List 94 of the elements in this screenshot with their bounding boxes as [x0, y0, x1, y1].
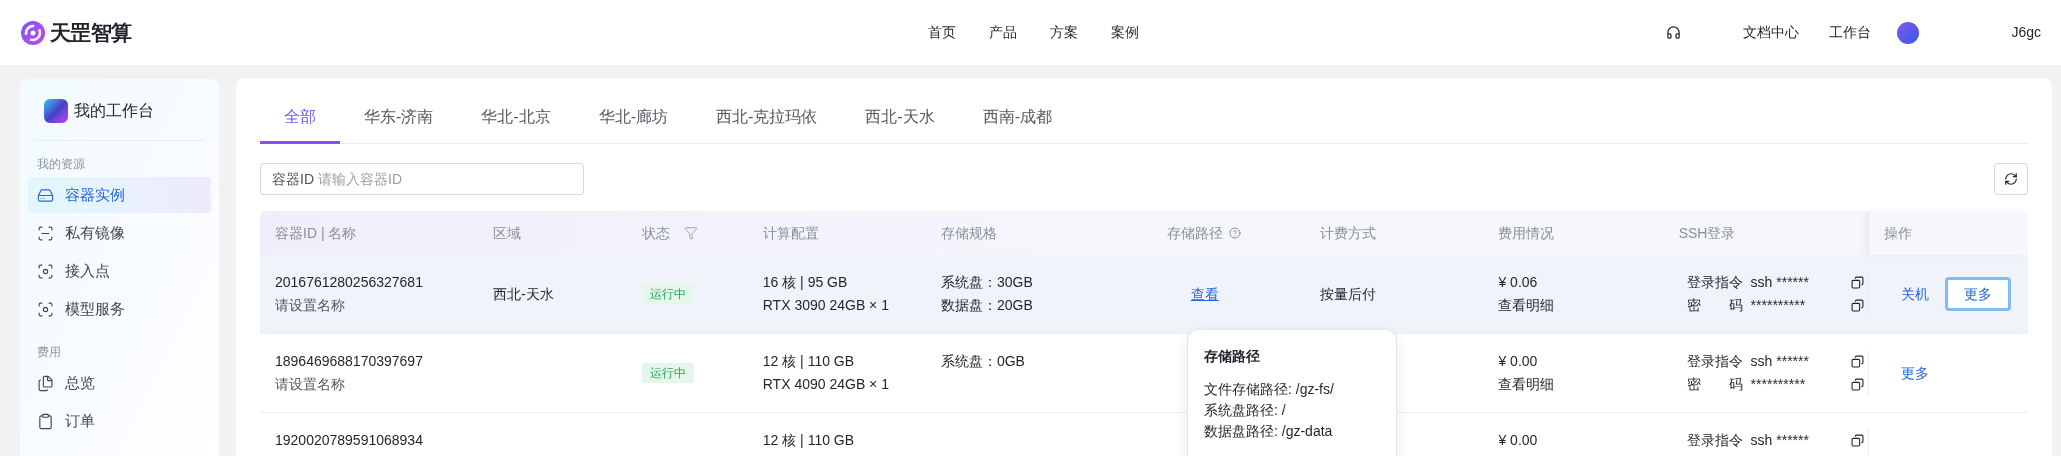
scan-icon	[37, 224, 54, 242]
ssh-label: 密码	[1686, 375, 1743, 394]
table-cell-text: 12 核 | 110 GB	[762, 352, 856, 371]
nav-link[interactable]: 产品	[985, 22, 1021, 43]
table-cell-text: 1920020789591068934	[275, 431, 424, 450]
view-link[interactable]: 查看	[1190, 285, 1219, 302]
nav-link[interactable]: 案例	[1107, 22, 1143, 43]
region-tab[interactable]: 华东-济南	[340, 92, 458, 144]
table-cell-text: 查看明细	[1498, 296, 1556, 315]
table-cell-text: 12 核 | 110 GB	[762, 431, 856, 450]
column-header: 计算配置	[762, 223, 819, 243]
region-tab[interactable]: 西南-成都	[958, 92, 1076, 144]
region-tab[interactable]: 华北-廊坊	[574, 92, 692, 144]
table-cell-text: 请设置名称	[275, 296, 346, 315]
table-cell-text: 1896469688170397697	[275, 352, 424, 371]
search-field[interactable]: 容器ID 请输入容器ID	[260, 163, 584, 195]
action-button[interactable]: 更多	[1944, 277, 2011, 311]
column-header: 费用情况	[1498, 223, 1555, 243]
sidebar-item[interactable]: 容器实例	[28, 177, 211, 213]
nav-link[interactable]: 方案	[1046, 22, 1082, 43]
search-input[interactable]: 请输入容器ID	[318, 168, 538, 190]
column-header: SSH登录	[1678, 223, 1736, 243]
column-header: 状态	[642, 223, 671, 243]
table-cell-text: ¥ 0.06	[1498, 273, 1539, 292]
user-name[interactable]: J6gc	[2011, 22, 2041, 43]
refresh-icon	[2004, 172, 2018, 186]
copy-icon[interactable]	[1850, 355, 1864, 368]
copy-icon[interactable]	[1850, 378, 1864, 391]
ssh-label: 登录指令	[1686, 273, 1743, 292]
table-cell-text: 系统盘：0GB	[940, 352, 1026, 371]
column-header: 存储规格	[941, 223, 997, 243]
table-cell-text: 2016761280256327681	[275, 273, 424, 292]
headset-icon[interactable]	[1666, 25, 1682, 40]
column-header: 容器ID | 名称	[275, 223, 357, 243]
sidebar-item[interactable]: 总览	[28, 365, 211, 401]
section-heading: 费用	[36, 344, 62, 361]
table-cell-text: 请设置名称	[275, 375, 346, 394]
popover-text: 系统盘路径: /	[1204, 401, 1287, 420]
copy-icon[interactable]	[1850, 299, 1864, 312]
ssh-value: ssh ******	[1750, 273, 1810, 292]
table-cell-text: 16 核 | 95 GB	[762, 273, 849, 292]
ssh-value: ssh ******	[1750, 352, 1810, 371]
ssh-value: ssh ******	[1750, 431, 1810, 450]
scan-icon	[37, 300, 54, 318]
column-header: 区域	[493, 223, 521, 243]
region-tab[interactable]: 华北-北京	[457, 92, 575, 144]
copy-icon[interactable]	[1850, 276, 1864, 289]
workspace-icon	[44, 99, 68, 123]
clipboard-icon	[37, 412, 54, 430]
scan-icon	[37, 262, 54, 280]
field-label: 容器ID	[272, 169, 314, 189]
table-cell-text: 数据盘：20GB	[940, 296, 1034, 315]
ssh-label: 登录指令	[1686, 352, 1743, 371]
table-cell-text: 查看明细	[1498, 375, 1556, 394]
ssh-label: 登录指令	[1686, 431, 1743, 450]
nav-link[interactable]: 工作台	[1829, 22, 1872, 43]
popover-text: 文件存储路径: /gz-fs/	[1204, 380, 1335, 399]
refresh-button[interactable]	[1994, 163, 2028, 195]
nav-link[interactable]: 文档中心	[1743, 22, 1800, 43]
sidebar-item[interactable]: 订单	[28, 403, 211, 439]
column-header: 存储路径	[1166, 223, 1223, 243]
files-icon	[37, 374, 54, 392]
column-header: 操作	[1883, 223, 1912, 243]
region-tab[interactable]: 西北-克拉玛依	[692, 92, 842, 144]
ssh-value: **********	[1750, 375, 1807, 394]
action-button[interactable]: 关机	[1898, 277, 1931, 311]
nav-link[interactable]: 首页	[924, 22, 960, 43]
table-cell: 西北-天水	[492, 285, 554, 302]
sidebar-item[interactable]: 模型服务	[28, 291, 211, 327]
section-heading: 我的资源	[36, 156, 86, 173]
table-cell-text: RTX 3090 24GB × 1	[762, 296, 890, 315]
region-tab[interactable]: 西北-天水	[841, 92, 959, 144]
status-badge: 运行中	[642, 363, 695, 383]
column-header: 计费方式	[1320, 223, 1377, 243]
action-button[interactable]: 更多	[1898, 356, 1931, 390]
sidebar-item[interactable]: 接入点	[28, 253, 211, 289]
logo-text: 天罡智算	[50, 19, 132, 46]
popover-title: 存储路径	[1204, 347, 1261, 366]
drive-icon	[37, 186, 54, 204]
logo-icon	[20, 19, 46, 46]
popover-text: 数据盘路径: /gz-data	[1204, 422, 1334, 441]
ssh-label: 密码	[1686, 296, 1743, 315]
sidebar-item[interactable]: 私有镜像	[28, 215, 211, 251]
ssh-value: **********	[1750, 296, 1807, 315]
table-cell-text: 系统盘：30GB	[940, 273, 1034, 292]
table-cell-text: ¥ 0.00	[1498, 431, 1539, 450]
table-cell-text: RTX 4090 24GB × 1	[762, 375, 890, 394]
status-badge: 运行中	[642, 284, 695, 304]
table-cell: 按量后付	[1320, 285, 1377, 302]
copy-icon[interactable]	[1850, 434, 1864, 447]
avatar[interactable]	[1897, 21, 1920, 44]
region-tab[interactable]: 全部	[260, 92, 340, 144]
table-cell-text: ¥ 0.00	[1498, 352, 1539, 371]
sidebar-title: 我的工作台	[74, 101, 154, 121]
